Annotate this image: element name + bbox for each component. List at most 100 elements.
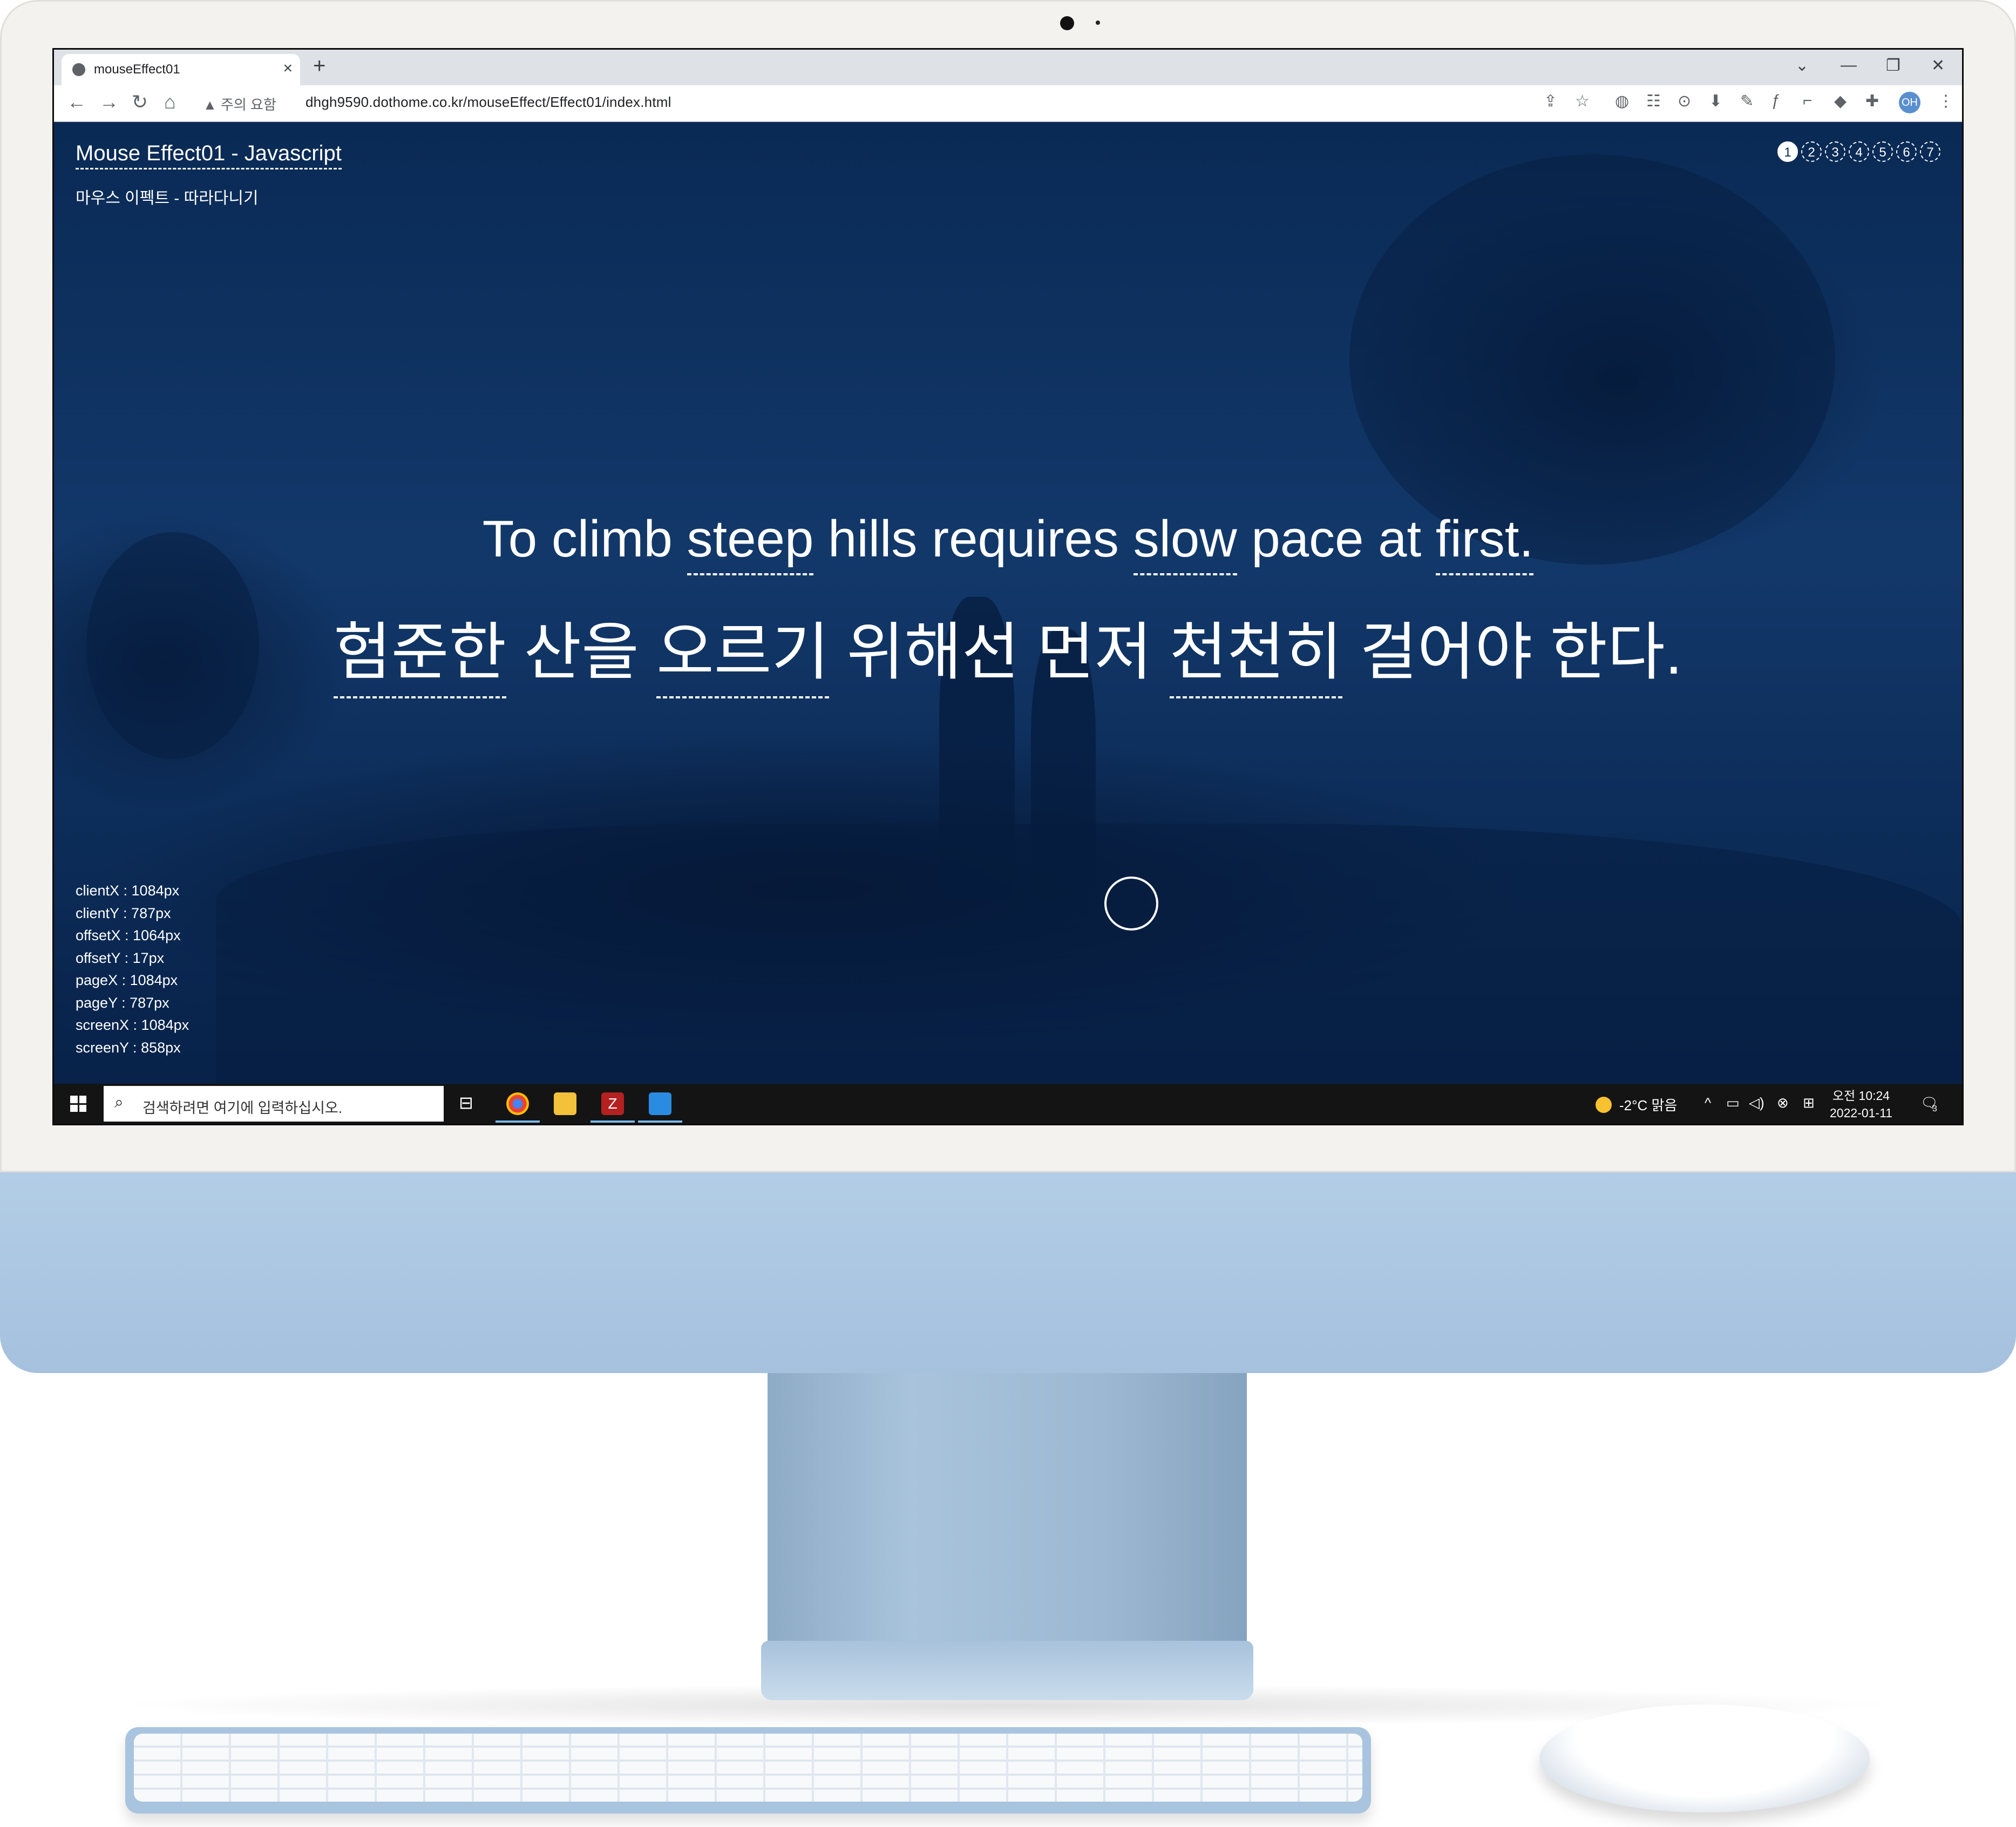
quote-ko-word: 위해선 먼저	[846, 617, 1152, 687]
hill-silhouette	[216, 824, 1962, 1083]
coord-client-x: clientX : 1084px	[76, 882, 180, 899]
restore-icon[interactable]: ❐	[1886, 56, 1900, 75]
quote-en-highlight[interactable]: slow	[1133, 510, 1237, 575]
extension-ladder-icon[interactable]: ☷	[1646, 92, 1661, 111]
extension-cube-icon[interactable]: ◆	[1834, 92, 1847, 111]
quote-english: To climb steep hills requires slow pace …	[54, 510, 1962, 575]
extension-pipe-icon[interactable]: ⌐	[1803, 92, 1813, 110]
page-nav-1[interactable]: 1	[1777, 141, 1798, 162]
search-placeholder: 검색하려면 여기에 입력하십시오.	[142, 1100, 343, 1116]
reload-icon[interactable]: ↻	[132, 91, 148, 113]
page-nav-6[interactable]: 6	[1896, 141, 1917, 162]
coord-page-y: pageY : 787px	[76, 994, 169, 1011]
menu-kebab-icon[interactable]: ⋮	[1938, 92, 1954, 111]
warning-icon: ▲	[203, 97, 217, 113]
weather-text[interactable]: -2°C 맑음	[1619, 1095, 1677, 1115]
filezilla-icon[interactable]: Z	[601, 1092, 624, 1115]
extensions-puzzle-icon[interactable]: ✚	[1865, 92, 1879, 111]
chrome-icon[interactable]	[506, 1092, 529, 1115]
chrome-running-indicator	[495, 1120, 540, 1123]
extension-camera-icon[interactable]: ⊙	[1678, 92, 1691, 111]
quote-en-word: To climb	[482, 510, 673, 568]
web-page: Mouse Effect01 - Javascript 마우스 이펙트 - 따라…	[54, 122, 1962, 1084]
security-label: 주의 요함	[220, 97, 276, 113]
imac-stand-foot	[761, 1641, 1253, 1700]
new-tab-button[interactable]: +	[313, 54, 325, 78]
extension-globe-icon[interactable]: ◍	[1615, 92, 1629, 111]
globe-icon	[72, 63, 85, 76]
page-title[interactable]: Mouse Effect01 - Javascript	[76, 141, 342, 169]
quote-en-highlight[interactable]: steep	[687, 510, 814, 575]
screen: mouseEffect01 × + ⌄ — ❐ ✕ ← → ↻ ⌂ ▲ 주의 요…	[52, 48, 1964, 1125]
quote-ko-highlight[interactable]: 오르기	[656, 601, 830, 698]
coord-client-y: clientY : 787px	[76, 905, 171, 921]
browser-tab-bar: mouseEffect01 × + ⌄ — ❐ ✕	[54, 50, 1962, 85]
close-window-icon[interactable]: ✕	[1931, 56, 1945, 75]
page-nav-2[interactable]: 2	[1801, 141, 1822, 162]
quote-en-highlight[interactable]: first.	[1435, 510, 1534, 575]
browser-tab[interactable]: mouseEffect01 ×	[62, 54, 300, 85]
quote-ko-highlight[interactable]: 험준한	[333, 601, 507, 698]
webcam	[1060, 16, 1074, 30]
webcam-led	[1096, 21, 1100, 25]
windows-start-icon[interactable]	[70, 1096, 86, 1112]
quote-ko-highlight[interactable]: 천천히	[1169, 601, 1342, 698]
tray-overflow-icon[interactable]: ^	[1705, 1095, 1711, 1111]
page-nav-7[interactable]: 7	[1920, 141, 1940, 162]
extension-download-icon[interactable]: ⬇	[1709, 92, 1722, 111]
profile-avatar[interactable]: OH	[1899, 92, 1920, 113]
coord-offset-y: offsetY : 17px	[76, 949, 165, 966]
taskbar-clock[interactable]: 오전 10:24 2022-01-11	[1830, 1087, 1892, 1122]
minimize-icon[interactable]: —	[1841, 56, 1857, 74]
task-view-icon[interactable]: ⊟	[459, 1092, 481, 1115]
effect-page-nav: 1 2 3 4 5 6 7	[1777, 141, 1940, 162]
bookmark-star-icon[interactable]: ☆	[1575, 92, 1590, 111]
vscode-icon[interactable]	[649, 1092, 671, 1115]
home-icon[interactable]: ⌂	[164, 91, 176, 113]
quote-ko-word: 산을	[524, 617, 639, 687]
address-bar[interactable]: dhgh9590.dothome.co.kr/mouseEffect/Effec…	[306, 94, 671, 111]
vscode-running-indicator	[638, 1120, 682, 1123]
imac-stand	[768, 1373, 1247, 1665]
mouse-coordinates-panel: clientX : 1084px clientY : 787px offsetX…	[76, 880, 189, 1059]
coord-screen-y: screenY : 858px	[76, 1039, 181, 1056]
tray-app-icon[interactable]: ⊗	[1777, 1095, 1789, 1111]
ime-icon[interactable]: ⊞	[1803, 1095, 1815, 1111]
mouse-follower-cursor	[1104, 877, 1158, 931]
extension-eyedropper-icon[interactable]: ✎	[1740, 92, 1754, 111]
filezilla-running-indicator	[590, 1120, 635, 1123]
back-icon[interactable]: ←	[67, 91, 86, 113]
keyboard	[125, 1727, 1371, 1814]
palm-tree-silhouette	[1349, 154, 1835, 565]
magic-mouse	[1539, 1704, 1870, 1812]
page-nav-3[interactable]: 3	[1825, 141, 1845, 162]
volume-icon[interactable]: ◁)	[1749, 1095, 1764, 1111]
clock-time: 오전 10:24	[1832, 1089, 1890, 1103]
share-icon[interactable]: ⇪	[1544, 92, 1557, 111]
tab-title: mouseEffect01	[94, 62, 180, 77]
page-subtitle: 마우스 이펙트 - 따라다니기	[76, 189, 259, 207]
tab-search-icon[interactable]: ⌄	[1795, 56, 1809, 75]
quote-korean: 험준한 산을 오르기 위해선 먼저 천천히 걸어야 한다.	[54, 601, 1962, 698]
file-explorer-icon[interactable]	[554, 1092, 576, 1115]
weather-sun-icon[interactable]	[1596, 1097, 1612, 1113]
taskbar-search[interactable]: ⌕ 검색하려면 여기에 입력하십시오.	[104, 1086, 444, 1122]
close-tab-icon[interactable]: ×	[283, 59, 293, 78]
page-nav-4[interactable]: 4	[1849, 141, 1869, 162]
keyboard-keys	[134, 1734, 1362, 1802]
search-icon: ⌕	[114, 1094, 124, 1111]
security-indicator[interactable]: ▲ 주의 요함	[203, 94, 276, 114]
coord-screen-x: screenX : 1084px	[76, 1017, 189, 1033]
quote-en-word: hills requires	[828, 510, 1119, 568]
page-nav-5[interactable]: 5	[1872, 141, 1893, 162]
extension-font-icon[interactable]: ƒ	[1771, 92, 1781, 110]
coord-page-x: pageX : 1084px	[76, 972, 178, 988]
forward-icon[interactable]: →	[99, 91, 119, 113]
quote-ko-word: 걸어야 한다.	[1359, 617, 1683, 687]
network-icon[interactable]: ▭	[1726, 1095, 1740, 1111]
browser-toolbar: ← → ↻ ⌂ ▲ 주의 요함 dhgh9590.dothome.co.kr/m…	[54, 85, 1962, 122]
imac-chin	[0, 1172, 2016, 1373]
clock-date: 2022-01-11	[1830, 1106, 1892, 1120]
quote-en-word: pace at	[1251, 510, 1422, 568]
windows-taskbar: ⌕ 검색하려면 여기에 입력하십시오. ⊟ Z -2°C 맑음 ^ ▭ ◁) ⊗…	[54, 1084, 1962, 1124]
